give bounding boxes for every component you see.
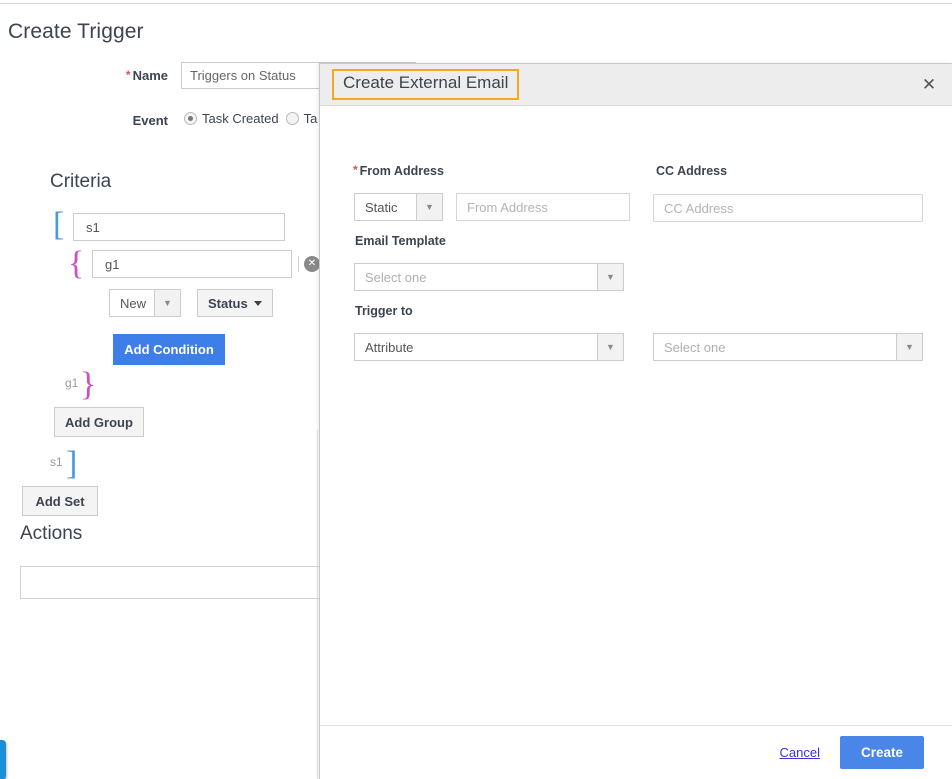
chevron-down-icon: ▼ <box>597 334 623 360</box>
condition-value-dropdown[interactable]: New ▼ <box>109 289 181 317</box>
email-template-placeholder: Select one <box>365 269 427 285</box>
email-template-dropdown[interactable]: Select one ▼ <box>354 263 624 291</box>
dialog-title: Create External Email <box>332 69 520 100</box>
side-tab-handle[interactable] <box>0 740 6 779</box>
trigger-to-source-dropdown[interactable]: Attribute ▼ <box>354 333 624 361</box>
group-delete-divider <box>298 256 299 272</box>
set-close-bracket-icon: ] <box>66 445 78 482</box>
condition-value-text: New <box>120 295 147 311</box>
create-external-email-dialog: Create External Email ✕ * From Address St… <box>319 63 952 779</box>
dialog-footer: Cancel Create <box>320 725 952 779</box>
condition-attribute-label: Status <box>208 295 248 311</box>
from-address-input[interactable] <box>456 193 630 221</box>
criteria-group-input[interactable] <box>92 250 292 278</box>
trigger-to-source-text: Attribute <box>365 339 414 355</box>
chevron-down-icon: ▼ <box>154 290 180 316</box>
radio-task-created-label: Task Created <box>202 111 279 126</box>
chevron-down-icon: ▼ <box>416 194 442 220</box>
add-set-button[interactable]: Add Set <box>22 486 98 516</box>
chevron-down-icon: ▼ <box>597 264 623 290</box>
trigger-to-label: Trigger to <box>355 304 413 318</box>
radio-task-second[interactable]: Ta <box>285 111 318 126</box>
actions-panel[interactable] <box>20 566 336 599</box>
page-top-divider <box>0 3 952 4</box>
add-condition-button[interactable]: Add Condition <box>113 334 225 365</box>
cc-address-label: CC Address <box>656 164 728 178</box>
caret-down-icon <box>253 300 262 306</box>
email-template-label: Email Template <box>355 234 446 248</box>
required-marker-icon: * <box>353 163 358 177</box>
radio-task-second-label: Ta <box>303 111 318 126</box>
group-close-tag: g1 <box>65 376 79 390</box>
chevron-down-icon: ▼ <box>896 334 922 360</box>
panel-edge-vertical <box>317 430 318 779</box>
close-circle-icon[interactable]: ✕ <box>304 256 320 272</box>
name-label-text: Name <box>132 68 168 83</box>
app-root: Create Trigger *Name Event Task Created … <box>0 0 952 779</box>
set-open-bracket-icon: [ <box>53 206 65 243</box>
radio-unselected-icon <box>285 112 299 125</box>
cc-address-input[interactable] <box>653 194 923 222</box>
criteria-set-input[interactable] <box>73 213 285 241</box>
add-group-button[interactable]: Add Group <box>54 407 144 437</box>
from-address-label-text: From Address <box>359 164 444 178</box>
from-address-type-text: Static <box>365 199 398 215</box>
required-marker-icon: * <box>125 68 131 82</box>
from-address-type-dropdown[interactable]: Static ▼ <box>354 193 443 221</box>
criteria-heading: Criteria <box>50 171 112 192</box>
create-button[interactable]: Create <box>839 736 924 769</box>
event-radio-group: Task Created Ta <box>184 111 317 126</box>
condition-attribute-button[interactable]: Status <box>197 289 273 317</box>
dialog-header: Create External Email ✕ <box>320 64 952 106</box>
group-close-bracket-icon: } <box>80 366 97 403</box>
page-title: Create Trigger <box>8 20 144 43</box>
trigger-to-target-dropdown[interactable]: Select one ▼ <box>653 333 923 361</box>
name-field-label: * Name <box>108 68 168 83</box>
actions-heading: Actions <box>20 523 83 544</box>
trigger-to-target-placeholder: Select one <box>664 339 726 355</box>
close-icon[interactable]: ✕ <box>918 74 940 96</box>
dialog-body: *From Address Static ▼ CC Address Email … <box>320 106 952 725</box>
radio-task-created[interactable]: Task Created <box>184 111 279 126</box>
cancel-link[interactable]: Cancel <box>780 745 820 760</box>
radio-selected-icon <box>184 112 197 125</box>
group-open-bracket-icon: { <box>68 245 85 282</box>
from-address-label: * From Address <box>353 163 444 178</box>
set-close-tag: s1 <box>50 455 63 469</box>
event-field-label: Event <box>132 113 168 128</box>
